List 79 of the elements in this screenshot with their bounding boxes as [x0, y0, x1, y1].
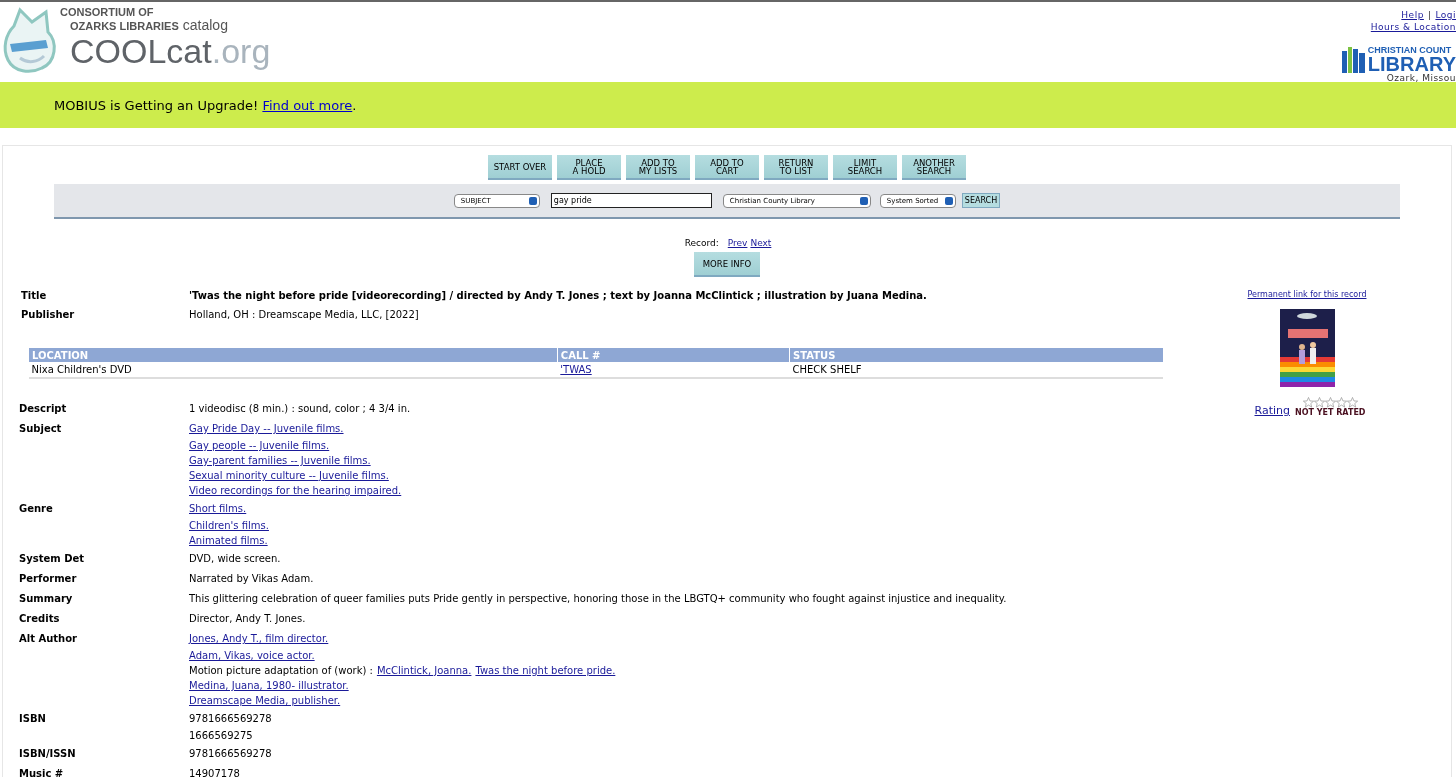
library-name-text: CHRISTIAN COUNT	[1367, 45, 1452, 55]
site-logo-text: COOLcat.org	[69, 32, 271, 70]
star-icon[interactable]	[1335, 397, 1347, 408]
record-link[interactable]: Medina, Juana, 1980- illustrator.	[189, 678, 349, 693]
field-label: Descript	[18, 402, 68, 416]
field-label: Alt Author	[18, 632, 78, 646]
record-link[interactable]: Gay-parent families -- Juvenile films.	[189, 453, 371, 468]
field-value: DVD, wide screen.	[189, 552, 281, 566]
field-label: ISBN/ISSN	[18, 747, 77, 761]
field-value: 9781666569278	[189, 747, 272, 761]
toolbar-button[interactable]: ANOTHER SEARCH	[902, 155, 966, 180]
record-link[interactable]: Adam, Vikas, voice actor.	[189, 648, 315, 663]
header-link[interactable]: Help	[1401, 9, 1424, 21]
toolbar-button[interactable]: ADD TO MY LISTS	[626, 155, 690, 180]
record-link[interactable]: Sexual minority culture -- Juvenile films.	[189, 468, 389, 483]
toolbar-button[interactable]: START OVER	[488, 155, 552, 180]
field-label: Genre	[18, 502, 54, 516]
field-label: Publisher	[20, 309, 76, 320]
record-link[interactable]: Video recordings for the hearing impaired.	[189, 483, 402, 498]
library-name-text: LIBRARY	[1367, 55, 1456, 73]
field-label: ISBN	[18, 712, 47, 726]
field-label: Subject	[18, 422, 63, 436]
record-link[interactable]: Dreamscape Media, publisher.	[189, 693, 341, 708]
record-link[interactable]: Gay people -- Juvenile films.	[189, 438, 330, 453]
search-field[interactable]: gay pride	[550, 193, 712, 208]
star-icon[interactable]	[1346, 397, 1358, 408]
toolbar-button[interactable]: RETURN TO LIST	[764, 155, 828, 180]
field-value: 1666569275	[189, 729, 253, 743]
field-value: 9781666569278	[189, 712, 272, 726]
record-link[interactable]: Animated films.	[189, 533, 268, 548]
hours-link[interactable]: Hours & Location	[1370, 21, 1456, 33]
field-label: Performer	[18, 572, 78, 586]
field-value: Director, Andy T. Jones.	[189, 612, 306, 626]
library-place-text: Ozark, Missou	[1386, 73, 1456, 84]
prev-link[interactable]: Prev	[727, 238, 748, 248]
next-link[interactable]: Next	[750, 238, 772, 248]
column-header: STATUS	[789, 348, 1163, 362]
catalog-text: catalog	[182, 18, 228, 32]
star-icon[interactable]	[1302, 397, 1314, 408]
field-value: This glittering celebration of queer families puts Pride gently in perspective, honoring those in the LBGTQ+ community who fought against injustice and inequality.	[189, 592, 1007, 606]
header-link[interactable]: Logi	[1435, 9, 1456, 21]
record-link[interactable]: Twas the night before pride.	[475, 663, 616, 678]
record-link[interactable]: Jones, Andy T., film director.	[189, 629, 329, 648]
rating-link[interactable]: Rating	[1254, 404, 1290, 417]
field-value: 14907178	[189, 767, 240, 777]
title-text: 'Twas the night before pride [videorecording] / directed by Andy T. Jones ; text by Joanna McClintick ; illustration by Juana Medina.	[189, 290, 927, 301]
record-link[interactable]: Gay Pride Day -- Juvenile films.	[189, 419, 344, 438]
rating-status-text: NOT YET RATED	[1294, 408, 1366, 417]
separator-text: |	[1427, 9, 1432, 21]
field-label: System Det	[18, 552, 85, 566]
consortium-text: CONSORTIUM OF	[60, 6, 155, 18]
record-link[interactable]: Short films.	[189, 499, 247, 518]
table-cell: Nixa Children's DVD	[28, 362, 558, 378]
field-label: Summary	[18, 592, 74, 606]
field-value: Narrated by Vikas Adam.	[189, 572, 314, 586]
table-cell: CHECK SHELF	[789, 362, 1163, 378]
column-header: CALL #	[557, 348, 790, 362]
column-header: LOCATION	[28, 348, 558, 362]
field-label: Music #	[18, 767, 65, 777]
field-value: Motion picture adaptation of (work) :	[189, 664, 373, 678]
banner-text: MOBIUS is Getting an Upgrade! Find out more.	[54, 97, 357, 113]
call-number-link[interactable]: 'TWAS	[560, 364, 592, 375]
permanent-link[interactable]: Permanent link for this record	[1247, 290, 1367, 299]
star-icon[interactable]	[1313, 397, 1325, 408]
field-label: Title	[20, 290, 48, 301]
toolbar-button[interactable]: ADD TO CART	[695, 155, 759, 180]
search-button[interactable]: SEARCH	[961, 193, 1001, 208]
star-icon[interactable]	[1324, 397, 1336, 408]
publisher-text: Holland, OH : Dreamscape Media, LLC, [2022]	[189, 309, 419, 320]
books-icon	[1341, 45, 1366, 73]
record-link[interactable]: Children's films.	[189, 518, 269, 533]
consortium-text: OZARKS LIBRARIES	[70, 20, 179, 32]
field-value: 1 videodisc (8 min.) : sound, color ; 4 3/4 in.	[189, 402, 411, 416]
toolbar-button[interactable]: PLACE A HOLD	[557, 155, 621, 180]
field-label: Credits	[18, 612, 61, 626]
toolbar-button[interactable]: LIMIT SEARCH	[833, 155, 897, 180]
record-label: Record:	[684, 238, 719, 248]
record-link[interactable]: McClintick, Joanna.	[376, 663, 472, 678]
more-info-button[interactable]: MORE INFO	[694, 252, 760, 277]
